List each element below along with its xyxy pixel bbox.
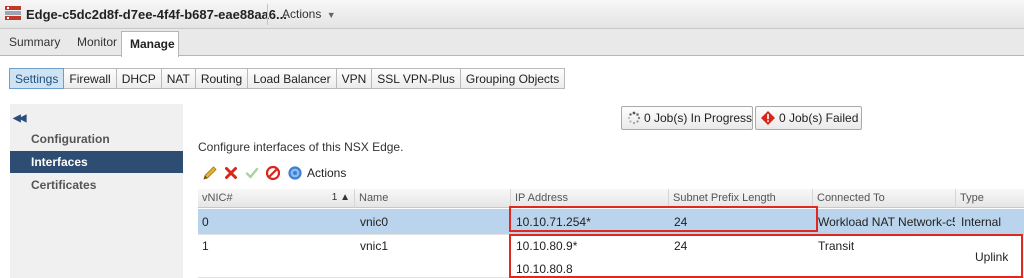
cell-name: vnic0	[360, 215, 389, 229]
highlight-uplink-ips	[509, 234, 1023, 278]
column-header-name[interactable]: Name	[355, 189, 511, 208]
subtab-grouping-objects[interactable]: Grouping Objects	[459, 68, 566, 89]
chevron-down-icon: ▼	[326, 10, 336, 20]
subtab-ssl-vpn-plus[interactable]: SSL VPN-Plus	[371, 68, 461, 89]
subtab-firewall[interactable]: Firewall	[63, 68, 117, 89]
actions-menu-button[interactable]: Actions ▼	[282, 7, 336, 21]
toolbar-actions-button[interactable]: Actions	[307, 166, 346, 180]
actions-menu-label: Actions	[282, 7, 322, 21]
settings-sidebar: Configuration Interfaces Certificates	[10, 104, 183, 278]
window-title: Edge-c5dc2d8f-d7ee-4f4f-b687-eae88aa6...	[26, 7, 287, 22]
subtab-nat[interactable]: NAT	[160, 68, 196, 89]
error-icon	[761, 111, 775, 125]
enable-icon[interactable]	[244, 165, 260, 181]
sort-order: 1	[331, 192, 338, 203]
actions-gear-icon[interactable]	[287, 165, 303, 181]
tab-summary[interactable]: Summary	[9, 35, 60, 49]
delete-icon[interactable]	[223, 165, 239, 181]
column-label: vNIC#	[202, 192, 233, 204]
subtab-load-balancer[interactable]: Load Balancer	[247, 68, 337, 89]
edge-icon	[5, 6, 21, 20]
jobs-failed-button[interactable]: 0 Job(s) Failed	[755, 106, 862, 130]
manage-sub-tabs: Settings Firewall DHCP NAT Routing Load …	[9, 68, 566, 89]
cell-type: Internal	[961, 215, 1002, 229]
sort-ascending-icon: 1 ▲	[331, 192, 350, 203]
cell-connected-to: Workload NAT Network-c5dc2	[818, 215, 955, 229]
highlight-row-ip-connection	[509, 206, 818, 232]
cell-vnic: 1	[202, 239, 209, 253]
page-description: Configure interfaces of this NSX Edge.	[198, 140, 404, 154]
subtab-dhcp[interactable]: DHCP	[115, 68, 162, 89]
sidebar-item-certificates[interactable]: Certificates	[10, 174, 183, 196]
title-bar: Edge-c5dc2d8f-d7ee-4f4f-b687-eae88aa6...…	[0, 0, 1024, 29]
cell-vnic: 0	[202, 215, 209, 229]
column-header-connected-to[interactable]: Connected To	[813, 189, 956, 208]
subtab-settings[interactable]: Settings	[9, 68, 65, 89]
subtab-routing[interactable]: Routing	[194, 68, 249, 89]
spinner-icon	[627, 111, 641, 125]
title-divider	[267, 4, 268, 25]
sidebar-item-interfaces[interactable]: Interfaces	[10, 151, 183, 173]
disable-icon[interactable]	[265, 165, 281, 181]
sidebar-item-configuration[interactable]: Configuration	[10, 128, 183, 150]
subtab-vpn[interactable]: VPN	[335, 68, 373, 89]
tab-monitor[interactable]: Monitor	[77, 35, 117, 49]
collapse-sidebar-icon[interactable]: ◀◀	[13, 113, 26, 124]
jobs-in-progress-label: 0 Job(s) In Progress	[644, 111, 753, 125]
jobs-failed-label: 0 Job(s) Failed	[779, 111, 859, 125]
cell-name: vnic1	[360, 239, 389, 253]
column-header-type[interactable]: Type	[956, 189, 1024, 208]
column-header-vnic[interactable]: vNIC# 1 ▲	[198, 189, 355, 208]
tab-manage[interactable]: Manage	[121, 31, 179, 57]
main-tabs: Summary Monitor Manage	[0, 29, 1024, 57]
jobs-in-progress-button[interactable]: 0 Job(s) In Progress	[621, 106, 753, 130]
edit-icon[interactable]	[202, 165, 218, 181]
